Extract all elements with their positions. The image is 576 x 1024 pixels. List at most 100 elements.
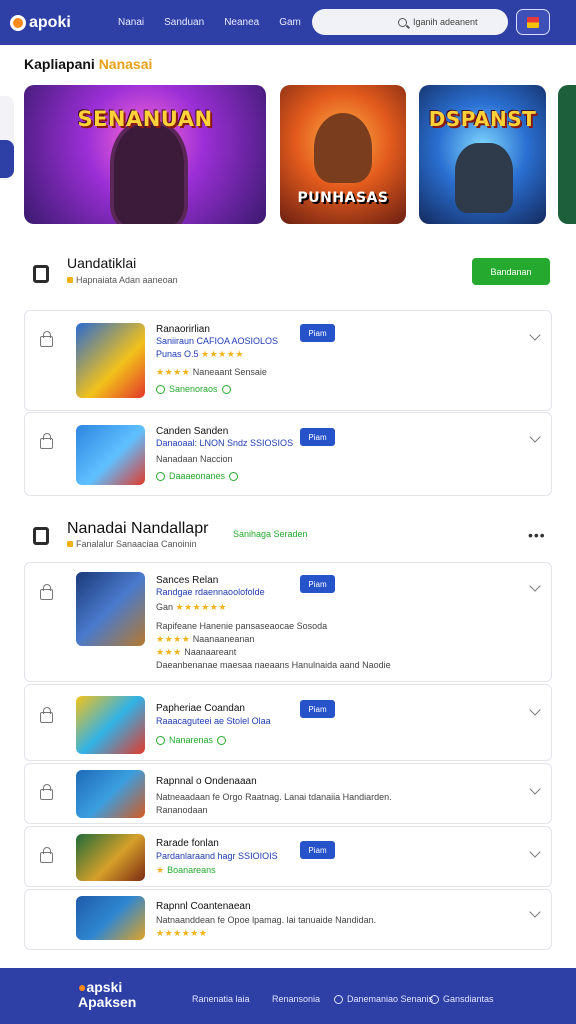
lock-icon: [40, 331, 53, 347]
info-icon[interactable]: [217, 735, 227, 745]
app-meta: Danaoaal: LNON Sndz SSIOSIOS: [156, 438, 294, 448]
flag-icon: [527, 16, 539, 28]
language-button[interactable]: [516, 9, 550, 35]
app-card[interactable]: Rapnnal o Ondenaaan Natneaadaan fe Orgo …: [24, 763, 552, 824]
app-status: ★ Boanareans: [156, 865, 216, 876]
search-bar[interactable]: Iganih adeanent: [312, 9, 508, 35]
section-icon: [33, 265, 49, 283]
star-icon: [67, 277, 73, 283]
top-bar: apoki Nanai Sanduan Neanea Gam Iganih ad…: [0, 0, 576, 45]
featured-banner[interactable]: SENANUAN: [24, 85, 266, 224]
help-icon: [430, 994, 439, 1004]
lock-icon: [40, 784, 53, 800]
app-meta: Raaacaguteei ae Stolel Olaa: [156, 716, 271, 726]
featured-banner[interactable]: PUNHASAS: [280, 85, 406, 224]
app-meta: Pardanlaraand hagr SSIOIOIS: [156, 851, 278, 861]
app-thumbnail[interactable]: [76, 696, 145, 754]
section-subtitle-text: Fanalalur Sanaaciaa Canoinin: [76, 539, 197, 549]
carousel-side-tab[interactable]: [0, 140, 14, 178]
app-status-text: Daaaeonanes: [169, 471, 226, 481]
nav-item[interactable]: Neanea: [224, 17, 259, 28]
rating-line: ★★★★★★: [156, 928, 207, 939]
section-action-button[interactable]: Bandanan: [472, 258, 550, 285]
footer-link[interactable]: Gansdiantas: [430, 994, 494, 1004]
rating-line-text: Naanaareant: [184, 647, 237, 657]
app-title[interactable]: Sances Relan: [156, 575, 218, 586]
chevron-down-icon[interactable]: [529, 704, 541, 716]
chevron-down-icon[interactable]: [529, 906, 541, 918]
app-card[interactable]: Papheriae Coandan Raaacaguteei ae Stolel…: [24, 684, 552, 761]
app-title[interactable]: Ranaorirlian: [156, 324, 210, 335]
footer-link-text: Ranenatia laia: [192, 994, 250, 1004]
rating-stars: ★★★★: [156, 634, 191, 644]
app-desc: Natneaadaan fe Orgo Raatnag. Lanai tdana…: [156, 792, 392, 802]
app-status-text: Nanarenas: [169, 735, 214, 745]
check-icon: [156, 471, 165, 481]
chevron-down-icon[interactable]: [529, 580, 541, 592]
app-status-text: Boanareans: [167, 865, 216, 875]
app-card[interactable]: Rarade fonlan Pardanlaraand hagr SSIOIOI…: [24, 826, 552, 887]
rating-stars: ★★★★★★: [156, 928, 208, 938]
footer-logo[interactable]: ●apski Apaksen: [78, 980, 136, 1010]
chevron-down-icon[interactable]: [529, 329, 541, 341]
footer-link[interactable]: Danemaniao Senanis: [334, 994, 433, 1004]
check-icon: [156, 735, 165, 745]
app-card[interactable]: Rapnnl Coantenaean Natnaanddean fe Opoe …: [24, 889, 552, 950]
logo-icon: [10, 14, 26, 31]
app-thumbnail[interactable]: [76, 834, 145, 881]
get-button[interactable]: Piam: [300, 700, 335, 718]
featured-banner-peek[interactable]: [558, 85, 576, 224]
rating-stars: ★★★: [156, 647, 182, 657]
app-card[interactable]: Sances Relan Randgae rdaennaoolofolde Ga…: [24, 562, 552, 682]
info-icon: [334, 994, 343, 1004]
app-logo[interactable]: apoki: [10, 14, 100, 32]
app-thumbnail[interactable]: [76, 572, 145, 646]
see-all-link[interactable]: Sanihaga Seraden: [233, 529, 308, 539]
footer-logo-top: apski: [86, 979, 123, 995]
app-card[interactable]: Ranaorirlian Saniiraun CAFIOA AOSIOLOS P…: [24, 310, 552, 411]
info-icon[interactable]: [221, 384, 231, 394]
app-title[interactable]: Canden Sanden: [156, 426, 228, 437]
nav-item[interactable]: Sanduan: [164, 17, 204, 28]
app-thumbnail[interactable]: [76, 425, 145, 485]
get-button[interactable]: Piam: [300, 841, 335, 859]
app-title[interactable]: Papheriae Coandan: [156, 703, 245, 714]
section-title: Nanadai Nandallapr: [67, 520, 209, 537]
hero-figure: [114, 125, 184, 224]
app-desc: Rananodaan: [156, 805, 208, 815]
app-thumbnail[interactable]: [76, 770, 145, 818]
app-desc: Natnaanddean fe Opoe lpamag. lai tanuaid…: [156, 915, 377, 925]
app-thumbnail[interactable]: [76, 896, 145, 940]
app-thumbnail[interactable]: [76, 323, 145, 398]
nav-item[interactable]: Gam: [279, 17, 301, 28]
footer-link[interactable]: Renansonia: [272, 994, 320, 1004]
rating-line: ★★★ Naanaareant: [156, 647, 236, 658]
footer-link-text: Danemaniao Senanis: [347, 994, 434, 1004]
app-card[interactable]: Canden Sanden Danaoaal: LNON Sndz SSIOSI…: [24, 412, 552, 496]
get-button[interactable]: Piam: [300, 324, 335, 342]
rating-line: ★★★★ Naanaaneanan: [156, 634, 254, 645]
rating-stars: ★★★★★: [201, 349, 244, 359]
app-title[interactable]: Rapnnal o Ondenaaan: [156, 776, 257, 787]
chevron-down-icon[interactable]: [529, 783, 541, 795]
chevron-down-icon[interactable]: [529, 431, 541, 443]
banner-title: PUNHASAS: [297, 190, 389, 206]
app-meta: Randgae rdaennaoolofolde: [156, 587, 265, 597]
app-version: Gan ★★★★★★: [156, 602, 227, 613]
more-options-icon[interactable]: •••: [528, 527, 546, 543]
nav-item[interactable]: Nanai: [118, 17, 144, 28]
get-button[interactable]: Piam: [300, 575, 335, 593]
featured-banner[interactable]: DSPANST: [419, 85, 546, 224]
get-button[interactable]: Piam: [300, 428, 335, 446]
app-title[interactable]: Rapnnl Coantenaean: [156, 901, 251, 912]
search-icon[interactable]: [398, 17, 407, 27]
info-icon[interactable]: [229, 471, 239, 481]
footer-link-text: Renansonia: [272, 994, 321, 1004]
app-title[interactable]: Rarade fonlan: [156, 838, 219, 849]
search-input[interactable]: Iganih adeanent: [413, 17, 478, 27]
app-version: Punas O.5 ★★★★★: [156, 349, 244, 360]
rating-stars: ★★★★: [156, 367, 191, 377]
chevron-down-icon[interactable]: [529, 846, 541, 858]
footer-link[interactable]: Ranenatia laia: [192, 994, 250, 1004]
rating-stars: ★: [156, 865, 165, 875]
